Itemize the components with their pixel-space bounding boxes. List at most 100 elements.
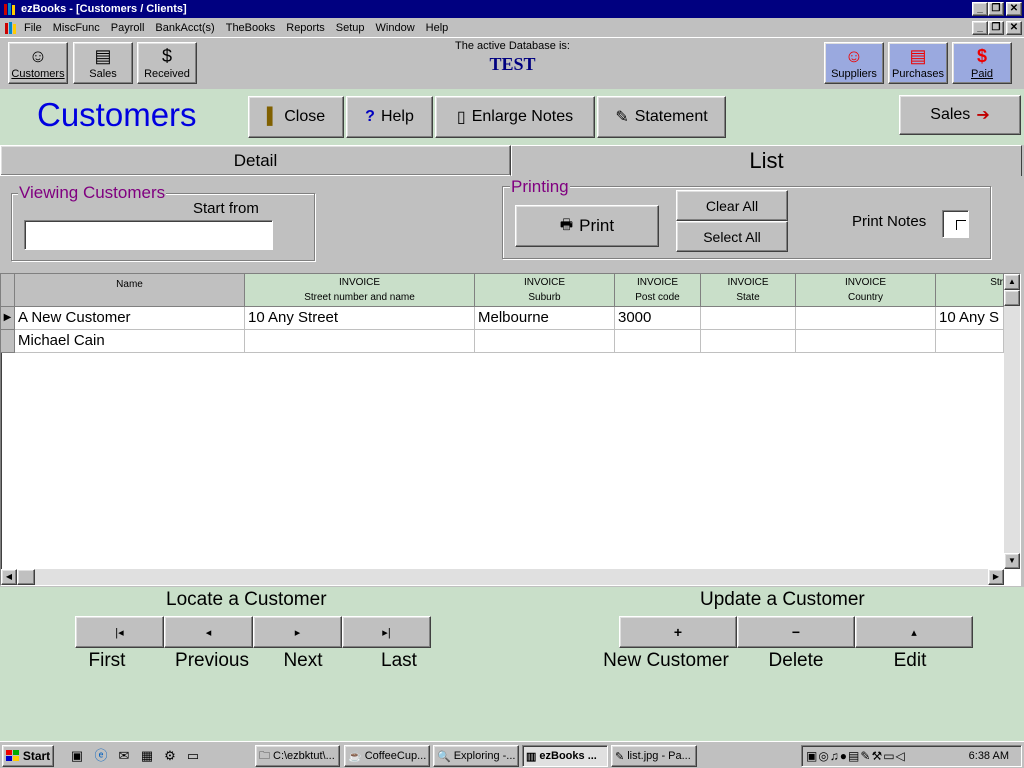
clock[interactable]: 6:38 AM <box>969 750 1009 762</box>
paid-toolbar-button[interactable]: $ Paid <box>952 42 1012 84</box>
quicklaunch-computer-icon[interactable]: ▭ <box>185 748 201 764</box>
cell-street[interactable]: 10 Any Street <box>245 307 475 330</box>
db-label: The active Database is: <box>455 40 570 52</box>
cell-name[interactable]: A New Customer <box>15 307 245 330</box>
sales-nav-button[interactable]: Sales ➔ <box>899 95 1021 135</box>
restore-button[interactable]: ❐ <box>988 2 1004 16</box>
question-icon: ? <box>365 108 375 125</box>
customers-grid[interactable]: Name INVOICE Street number and name INVO… <box>0 273 1021 586</box>
menu-payroll[interactable]: Payroll <box>111 22 145 34</box>
tab-detail[interactable]: Detail <box>0 145 511 176</box>
menu-help[interactable]: Help <box>426 22 449 34</box>
horizontal-scrollbar[interactable]: ◀ ▶ <box>1 569 1004 585</box>
quicklaunch-channels-icon[interactable]: ▦ <box>139 748 155 764</box>
dollar-icon: $ <box>976 46 987 66</box>
tab-list[interactable]: List <box>511 145 1022 176</box>
delete-button[interactable]: − <box>737 616 855 648</box>
enlarge-notes-button[interactable]: ▯ Enlarge Notes <box>435 96 595 138</box>
vertical-scrollbar[interactable]: ▲ ▼ <box>1004 274 1020 569</box>
col-header-postcode[interactable]: INVOICE Post code <box>615 274 701 307</box>
col-header-country[interactable]: INVOICE Country <box>796 274 936 307</box>
cell-street-2[interactable] <box>936 330 1004 353</box>
system-tray: ▣◎♫●▤✎⚒▭◁ 6:38 AM <box>801 745 1022 767</box>
menu-file[interactable]: File <box>24 22 42 34</box>
tray-icons[interactable]: ▣◎♫●▤✎⚒▭◁ <box>806 749 906 763</box>
cell-state[interactable] <box>701 330 796 353</box>
coffeecup-icon: ☕ <box>348 750 362 763</box>
quicklaunch-mail-icon[interactable]: ✉ <box>116 748 132 764</box>
cell-street-2[interactable]: 10 Any S <box>936 307 1004 330</box>
menu-window[interactable]: Window <box>376 22 415 34</box>
suppliers-toolbar-button[interactable]: ☺ Suppliers <box>824 42 884 84</box>
statement-button[interactable]: ✎ Statement <box>597 96 726 138</box>
last-icon: ▸| <box>382 626 391 639</box>
cell-postcode[interactable] <box>615 330 701 353</box>
task-exploring[interactable]: 🔍 Exploring -... <box>433 745 519 767</box>
quicklaunch-desktop-icon[interactable]: ▣ <box>69 748 85 764</box>
menu-setup[interactable]: Setup <box>336 22 365 34</box>
customers-toolbar-button[interactable]: ☺ Customers <box>8 42 68 84</box>
first-button[interactable]: |◂ <box>75 616 164 648</box>
scroll-down-icon[interactable]: ▼ <box>1004 553 1020 569</box>
cell-country[interactable] <box>796 307 936 330</box>
app-books-icon <box>4 3 15 15</box>
close-button[interactable]: ▌ Close <box>248 96 344 138</box>
previous-button[interactable]: ◂ <box>164 616 253 648</box>
menu-miscfunc[interactable]: MiscFunc <box>53 22 100 34</box>
db-name: TEST <box>489 54 536 74</box>
start-from-input[interactable] <box>24 220 273 250</box>
title-bar[interactable]: ezBooks - [Customers / Clients] <box>0 0 1024 18</box>
clear-all-button[interactable]: Clear All <box>676 190 788 221</box>
scroll-up-icon[interactable]: ▲ <box>1004 274 1020 290</box>
help-button[interactable]: ? Help <box>346 96 433 138</box>
minus-icon: − <box>791 624 801 640</box>
cell-country[interactable] <box>796 330 936 353</box>
doc-close-button[interactable]: ✕ <box>1006 21 1022 35</box>
col-header-state[interactable]: INVOICE State <box>701 274 796 307</box>
locate-title: Locate a Customer <box>166 589 327 610</box>
purchases-toolbar-button[interactable]: ▤ Purchases <box>888 42 948 84</box>
table-row[interactable]: Michael Cain <box>1 330 1004 353</box>
cell-suburb[interactable] <box>475 330 615 353</box>
paint-icon: ✎ <box>615 750 625 763</box>
doc-minimize-button[interactable]: _ <box>972 21 988 35</box>
edit-button[interactable]: ▴ <box>855 616 973 648</box>
task-paint[interactable]: ✎ list.jpg - Pa... <box>611 745 697 767</box>
col-header-suburb[interactable]: INVOICE Suburb <box>475 274 615 307</box>
col-header-street-2[interactable]: Str <box>936 274 1004 307</box>
quicklaunch-tool-icon[interactable]: ⚙ <box>162 748 178 764</box>
print-notes-checkbox[interactable] <box>942 210 969 238</box>
horizontal-scroll-thumb[interactable] <box>17 569 35 585</box>
cell-street[interactable] <box>245 330 475 353</box>
start-button[interactable]: Start <box>2 745 54 767</box>
menu-thebooks[interactable]: TheBooks <box>226 22 276 34</box>
received-toolbar-button[interactable]: $ Received <box>137 42 197 84</box>
quicklaunch-ie-icon[interactable]: ⓔ <box>93 748 109 764</box>
doc-restore-button[interactable]: ❐ <box>988 21 1004 35</box>
books-icon: ▥ <box>526 750 537 763</box>
last-button[interactable]: ▸| <box>342 616 431 648</box>
vertical-scroll-thumb[interactable] <box>1004 290 1020 306</box>
cell-suburb[interactable]: Melbourne <box>475 307 615 330</box>
minimize-button[interactable]: _ <box>972 2 988 16</box>
task-explorer-path[interactable]: 🗀 C:\ezbktut\... <box>255 745 340 767</box>
scroll-right-icon[interactable]: ▶ <box>988 569 1004 585</box>
cell-name[interactable]: Michael Cain <box>15 330 245 353</box>
next-button[interactable]: ▸ <box>253 616 342 648</box>
task-ezbooks[interactable]: ▥ ezBooks ... <box>522 745 608 767</box>
new-customer-button[interactable]: + <box>619 616 737 648</box>
table-row[interactable]: ▶ A New Customer 10 Any Street Melbourne… <box>1 307 1004 330</box>
scroll-left-icon[interactable]: ◀ <box>1 569 17 585</box>
menu-reports[interactable]: Reports <box>286 22 325 34</box>
print-button[interactable]: 🖶 Print <box>515 205 659 247</box>
close-window-button[interactable]: ✕ <box>1006 2 1022 16</box>
menu-bankaccts[interactable]: BankAcct(s) <box>155 22 214 34</box>
col-header-street[interactable]: INVOICE Street number and name <box>245 274 475 307</box>
select-all-button[interactable]: Select All <box>676 221 788 252</box>
cell-state[interactable] <box>701 307 796 330</box>
task-coffeecup[interactable]: ☕ CoffeeCup... <box>344 745 430 767</box>
sales-toolbar-button[interactable]: ▤ Sales <box>73 42 133 84</box>
col-header-name[interactable]: Name <box>15 274 245 307</box>
cell-postcode[interactable]: 3000 <box>615 307 701 330</box>
doc-books-icon[interactable] <box>4 21 18 35</box>
